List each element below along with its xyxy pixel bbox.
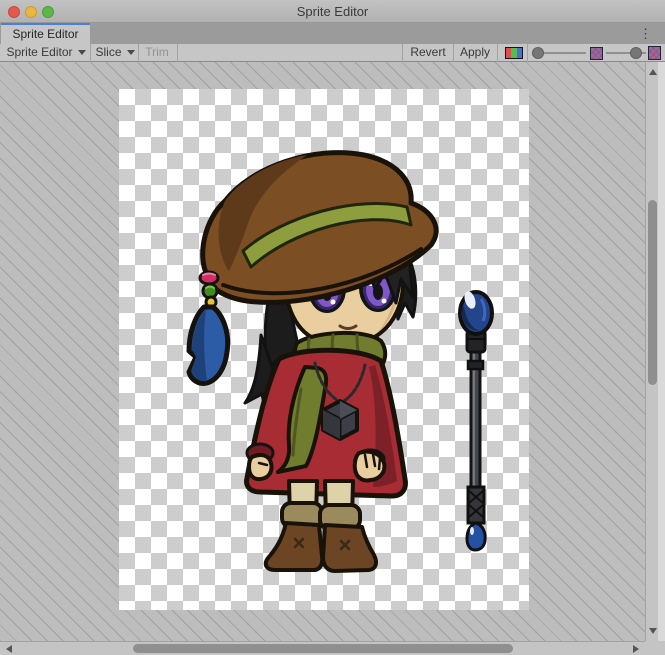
window-title: Sprite Editor	[0, 4, 665, 19]
scrollbar-corner	[645, 641, 665, 655]
slice-dropdown[interactable]: Slice	[94, 44, 136, 62]
trim-button[interactable]: Trim	[141, 44, 173, 62]
kebab-menu-icon[interactable]: ⋮	[639, 25, 651, 42]
vertical-scrollbar-thumb[interactable]	[648, 200, 657, 385]
vertical-scrollbar[interactable]	[645, 62, 658, 641]
window-edge-strip	[658, 62, 665, 641]
mip-texture-icon-large	[648, 46, 661, 60]
scroll-left-icon[interactable]	[6, 645, 12, 653]
chevron-down-icon	[78, 50, 86, 55]
texture-transparency-checkerboard	[119, 89, 529, 610]
mip-slider-thumb[interactable]	[630, 47, 642, 59]
sprite-canvas[interactable]	[0, 62, 645, 641]
toolbar-separator	[177, 44, 178, 62]
blue-stripe	[517, 48, 522, 58]
mip-texture-icon-small	[590, 47, 603, 60]
revert-button[interactable]: Revert	[405, 44, 451, 62]
sprite-editor-window: Sprite Editor Sprite Editor ⋮ Sprite Edi…	[0, 0, 665, 655]
tab-sprite-editor[interactable]: Sprite Editor	[1, 23, 90, 45]
character-boots	[266, 503, 376, 571]
scroll-right-icon[interactable]	[633, 645, 639, 653]
apply-button[interactable]: Apply	[456, 44, 494, 62]
sprite-artwork[interactable]	[119, 89, 529, 610]
sprite-editor-dropdown[interactable]: Sprite Editor	[4, 44, 88, 62]
chevron-down-icon	[127, 50, 135, 55]
toolbar-separator	[90, 44, 91, 62]
tab-bar: Sprite Editor ⋮	[0, 23, 665, 44]
zoom-slider-thumb[interactable]	[532, 47, 544, 59]
sprite-editor-dropdown-label: Sprite Editor	[6, 45, 72, 59]
toolbar-separator	[453, 44, 454, 62]
toolbar-separator	[527, 44, 528, 62]
chibi-wizard-character-image[interactable]	[189, 153, 436, 571]
horizontal-scrollbar-thumb[interactable]	[133, 644, 513, 653]
horizontal-scrollbar[interactable]	[0, 641, 645, 655]
slice-dropdown-label: Slice	[95, 45, 121, 59]
scroll-up-icon[interactable]	[649, 69, 657, 75]
toolbar-separator	[402, 44, 403, 62]
toolbar-separator	[138, 44, 139, 62]
magic-staff-image[interactable]	[460, 290, 492, 550]
rgb-color-icon[interactable]	[505, 47, 523, 59]
toolbar-separator	[497, 44, 498, 62]
title-bar[interactable]: Sprite Editor	[0, 0, 665, 23]
scroll-down-icon[interactable]	[649, 628, 657, 634]
toolbar: Sprite Editor Slice Trim Revert Apply	[0, 44, 665, 62]
